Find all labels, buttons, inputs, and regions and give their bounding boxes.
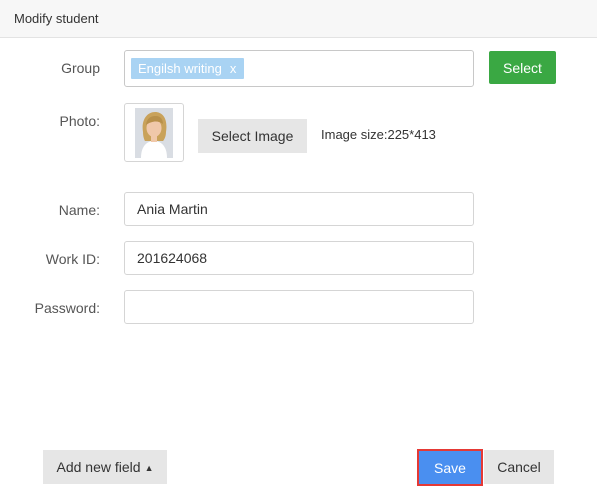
password-label: Password: bbox=[34, 300, 100, 316]
image-size-hint: Image size:225*413 bbox=[321, 127, 436, 142]
name-label: Name: bbox=[58, 202, 100, 218]
work-id-input[interactable] bbox=[124, 241, 474, 275]
group-field[interactable]: Engilsh writing x bbox=[124, 50, 474, 87]
photo-label: Photo: bbox=[59, 113, 100, 129]
name-input[interactable] bbox=[124, 192, 474, 226]
group-label: Group bbox=[61, 60, 100, 76]
student-photo-icon bbox=[135, 108, 173, 158]
group-tag-text: Engilsh writing bbox=[138, 61, 222, 76]
password-input[interactable] bbox=[124, 290, 474, 324]
remove-tag-icon[interactable]: x bbox=[230, 61, 237, 76]
select-image-button[interactable]: Select Image bbox=[198, 119, 307, 153]
add-new-field-label: Add new field bbox=[56, 459, 141, 475]
add-new-field-button[interactable]: Add new field ▲ bbox=[43, 450, 167, 484]
caret-up-icon: ▲ bbox=[144, 463, 154, 473]
save-button[interactable]: Save bbox=[417, 449, 483, 486]
group-tag: Engilsh writing x bbox=[131, 58, 245, 79]
cancel-button[interactable]: Cancel bbox=[484, 450, 554, 484]
dialog-header: Modify student bbox=[0, 0, 597, 38]
select-group-button[interactable]: Select bbox=[489, 51, 556, 84]
work-id-label: Work ID: bbox=[45, 251, 100, 267]
dialog-title: Modify student bbox=[14, 11, 99, 26]
photo-thumbnail bbox=[124, 103, 184, 162]
